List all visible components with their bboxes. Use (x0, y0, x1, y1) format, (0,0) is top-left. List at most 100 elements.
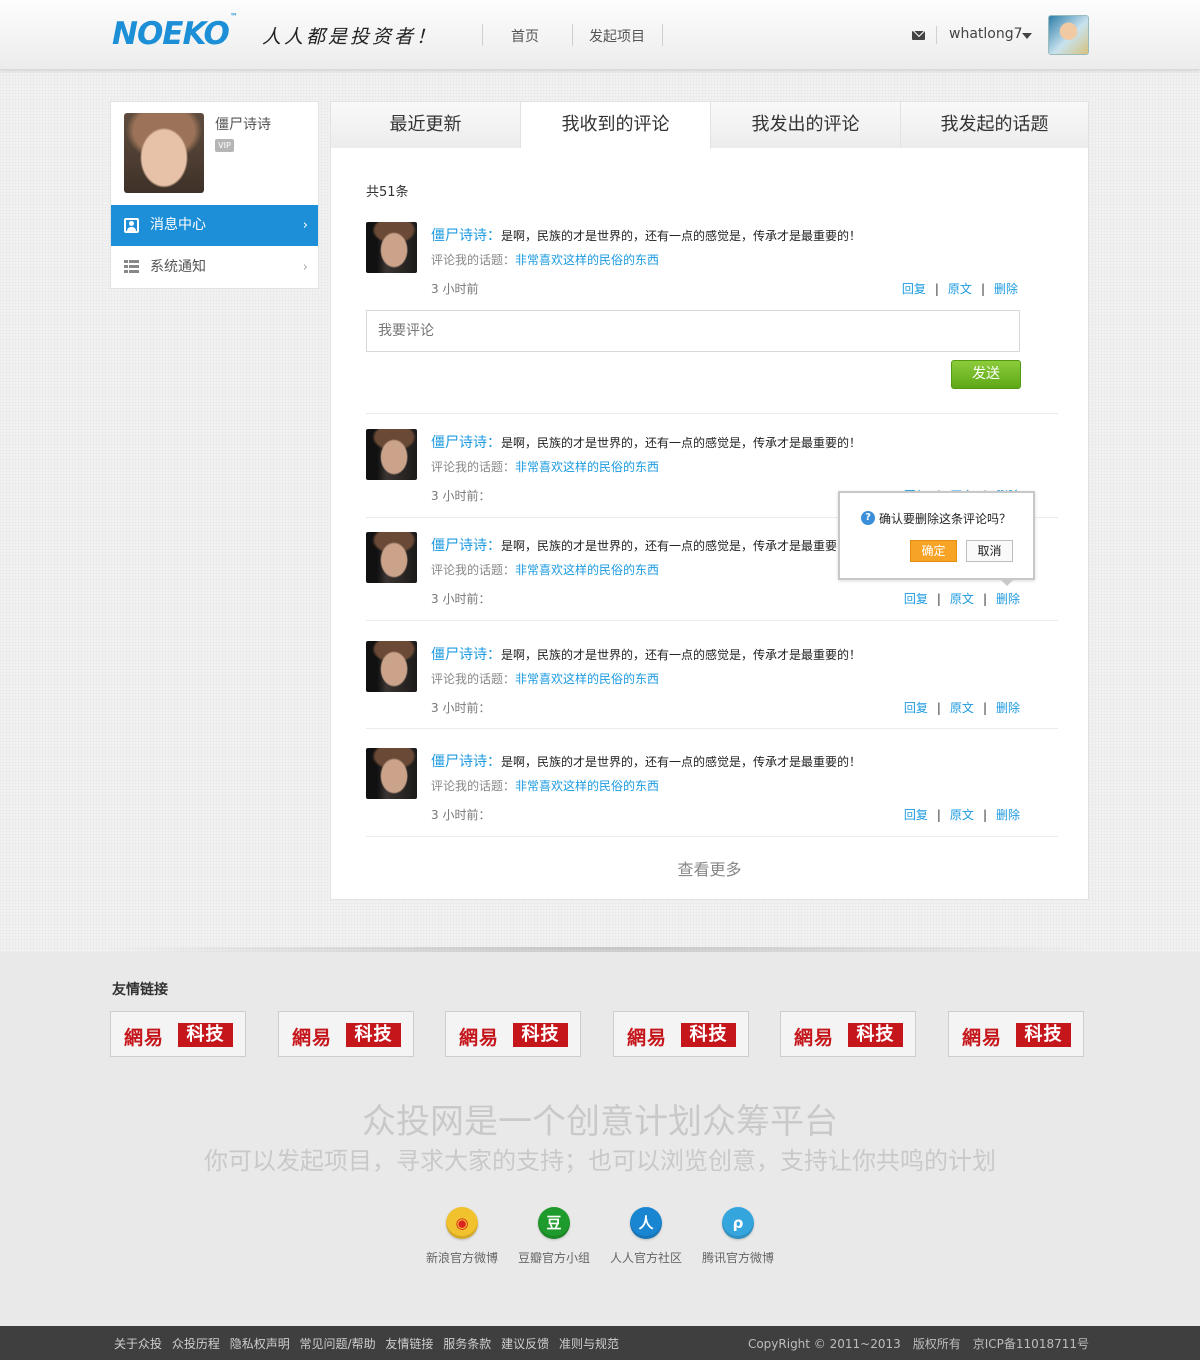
comment-text: 是啊，民族的才是世界的，还有一点的感觉是，传承才是最重要的！ (501, 436, 862, 450)
comment-body: 僵尸诗诗：是啊，民族的才是世界的，还有一点的感觉是，传承才是最重要的！ (431, 432, 861, 452)
topic-link[interactable]: 非常喜欢这样的民俗的东西 (515, 563, 659, 577)
comment-author[interactable]: 僵尸诗诗： (431, 647, 501, 663)
topic-prefix: 评论我的话题： (431, 563, 516, 577)
comment-time: 3 小时前： (431, 701, 491, 715)
chevron-right-icon: › (302, 260, 308, 275)
load-more-link[interactable]: 查看更多 (331, 856, 1088, 880)
footer-link[interactable]: 众投历程 (172, 1337, 220, 1351)
partner-logo-netease-tech[interactable]: 網易 科技 (780, 1011, 916, 1057)
header-divider (936, 26, 937, 44)
delete-link[interactable]: 删除 (996, 701, 1020, 715)
footer-link[interactable]: 常见问题/帮助 (300, 1337, 376, 1351)
confirm-ok-button[interactable]: 确定 (910, 540, 957, 562)
question-icon: ? (861, 511, 875, 525)
delete-link[interactable]: 删除 (996, 592, 1020, 606)
nav-launch-project-link[interactable]: 发起项目 (589, 26, 645, 46)
vip-badge: VIP (215, 139, 234, 152)
weibo-icon: ◉ (446, 1207, 478, 1239)
chevron-down-icon[interactable] (1022, 33, 1032, 39)
comment-actions: 回复|原文|删除 (903, 701, 1020, 715)
partner-logo-netease-tech[interactable]: 網易 科技 (613, 1011, 749, 1057)
commenter-avatar[interactable] (366, 641, 417, 692)
comment-item: 僵尸诗诗：是啊，民族的才是世界的，还有一点的感觉是，传承才是最重要的！ 评论我的… (366, 748, 1058, 828)
delete-link[interactable]: 删除 (996, 808, 1020, 822)
tab-sent-comments[interactable]: 我发出的评论 (711, 102, 901, 148)
partner-logo-badge: 科技 (346, 1023, 401, 1047)
footer-link[interactable]: 关于众投 (114, 1337, 162, 1351)
profile-sidebar: 僵尸诗诗 VIP 消息中心 › 系统通知 › (110, 101, 319, 289)
comment-author[interactable]: 僵尸诗诗： (431, 435, 501, 451)
sidebar-item-message-center[interactable]: 消息中心 › (111, 205, 318, 246)
partner-logo-text: 網易 (627, 1027, 668, 1049)
partner-logo-netease-tech[interactable]: 網易 科技 (278, 1011, 414, 1057)
partner-logo-badge: 科技 (513, 1023, 568, 1047)
reply-link[interactable]: 回复 (904, 701, 928, 715)
confirm-cancel-button[interactable]: 取消 (966, 540, 1013, 562)
topic-link[interactable]: 非常喜欢这样的民俗的东西 (515, 779, 659, 793)
mail-icon[interactable] (912, 31, 925, 40)
delete-link[interactable]: 删除 (994, 282, 1018, 296)
list-icon (124, 260, 139, 275)
topic-prefix: 评论我的话题： (431, 253, 516, 267)
partner-logo-badge: 科技 (178, 1023, 233, 1047)
partner-logo-text: 網易 (962, 1027, 1003, 1049)
comment-text: 是啊，民族的才是世界的，还有一点的感觉是，传承才是最重要的！ (501, 648, 862, 662)
tab-bar: 最近更新 我收到的评论 我发出的评论 我发起的话题 (331, 102, 1088, 149)
social-link-sina-weibo[interactable]: ◉ 新浪官方微博 (416, 1207, 508, 1266)
reply-link[interactable]: 回复 (904, 592, 928, 606)
comment-author[interactable]: 僵尸诗诗： (431, 538, 501, 554)
topic-link[interactable]: 非常喜欢这样的民俗的东西 (515, 672, 659, 686)
send-button[interactable]: 发送 (951, 360, 1021, 389)
nav-home-link[interactable]: 首页 (511, 26, 539, 46)
commenter-avatar[interactable] (366, 532, 417, 583)
footer-link[interactable]: 隐私权声明 (230, 1337, 290, 1351)
original-link[interactable]: 原文 (950, 808, 974, 822)
footer-link[interactable]: 友情链接 (385, 1337, 433, 1351)
reply-link[interactable]: 回复 (902, 282, 926, 296)
comment-author[interactable]: 僵尸诗诗： (431, 228, 501, 244)
tab-my-topics[interactable]: 我发起的话题 (901, 102, 1088, 148)
partner-logo-text: 網易 (459, 1027, 500, 1049)
comment-text: 是啊，民族的才是世界的，还有一点的感觉是，传承才是最重要的！ (501, 755, 862, 769)
partner-logo-badge: 科技 (1016, 1023, 1071, 1047)
user-avatar[interactable] (1048, 15, 1089, 55)
comment-topic-line: 评论我的话题：非常喜欢这样的民俗的东西 (431, 458, 659, 475)
nav-divider (572, 24, 573, 46)
comment-time: 3 小时前 (431, 282, 479, 296)
original-link[interactable]: 原文 (948, 282, 972, 296)
comment-author[interactable]: 僵尸诗诗： (431, 754, 501, 770)
partner-logo-text: 網易 (794, 1027, 835, 1049)
comment-time: 3 小时前： (431, 489, 491, 503)
partner-logo-netease-tech[interactable]: 網易 科技 (948, 1011, 1084, 1057)
commenter-avatar[interactable] (366, 429, 417, 480)
reply-link[interactable]: 回复 (904, 808, 928, 822)
tab-received-comments[interactable]: 我收到的评论 (521, 102, 711, 149)
original-link[interactable]: 原文 (950, 592, 974, 606)
partner-logo-netease-tech[interactable]: 網易 科技 (110, 1011, 246, 1057)
sidebar-item-system-notice[interactable]: 系统通知 › (111, 247, 318, 288)
footer-link[interactable]: 准则与规范 (559, 1337, 619, 1351)
sidebar-item-label: 系统通知 (150, 259, 206, 275)
comment-input[interactable] (366, 310, 1020, 352)
commenter-avatar[interactable] (366, 748, 417, 799)
social-link-tencent-weibo[interactable]: ρ 腾讯官方微博 (692, 1207, 784, 1266)
comment-text: 是啊，民族的才是世界的，还有一点的感觉是，传承才是最重要的！ (501, 539, 862, 553)
topic-link[interactable]: 非常喜欢这样的民俗的东西 (515, 253, 659, 267)
partner-logo-badge: 科技 (681, 1023, 736, 1047)
comment-body: 僵尸诗诗：是啊，民族的才是世界的，还有一点的感觉是，传承才是最重要的！ (431, 225, 861, 245)
footer-link[interactable]: 服务条款 (443, 1337, 491, 1351)
comment-actions: 回复|原文|删除 (903, 808, 1020, 822)
site-logo[interactable]: NOEKO™ (112, 12, 238, 52)
username-menu[interactable]: whatlong7 (949, 26, 1023, 42)
comment-topic-line: 评论我的话题：非常喜欢这样的民俗的东西 (431, 777, 659, 794)
nav-divider (662, 24, 663, 46)
partner-logo-netease-tech[interactable]: 網易 科技 (445, 1011, 581, 1057)
social-link-douban[interactable]: 豆 豆瓣官方小组 (508, 1207, 600, 1266)
tab-recent-updates[interactable]: 最近更新 (331, 102, 521, 148)
nav-divider (482, 24, 483, 46)
original-link[interactable]: 原文 (950, 701, 974, 715)
footer-link[interactable]: 建议反馈 (501, 1337, 549, 1351)
social-link-renren[interactable]: 人 人人官方社区 (600, 1207, 692, 1266)
topic-link[interactable]: 非常喜欢这样的民俗的东西 (515, 460, 659, 474)
commenter-avatar[interactable] (366, 222, 417, 273)
